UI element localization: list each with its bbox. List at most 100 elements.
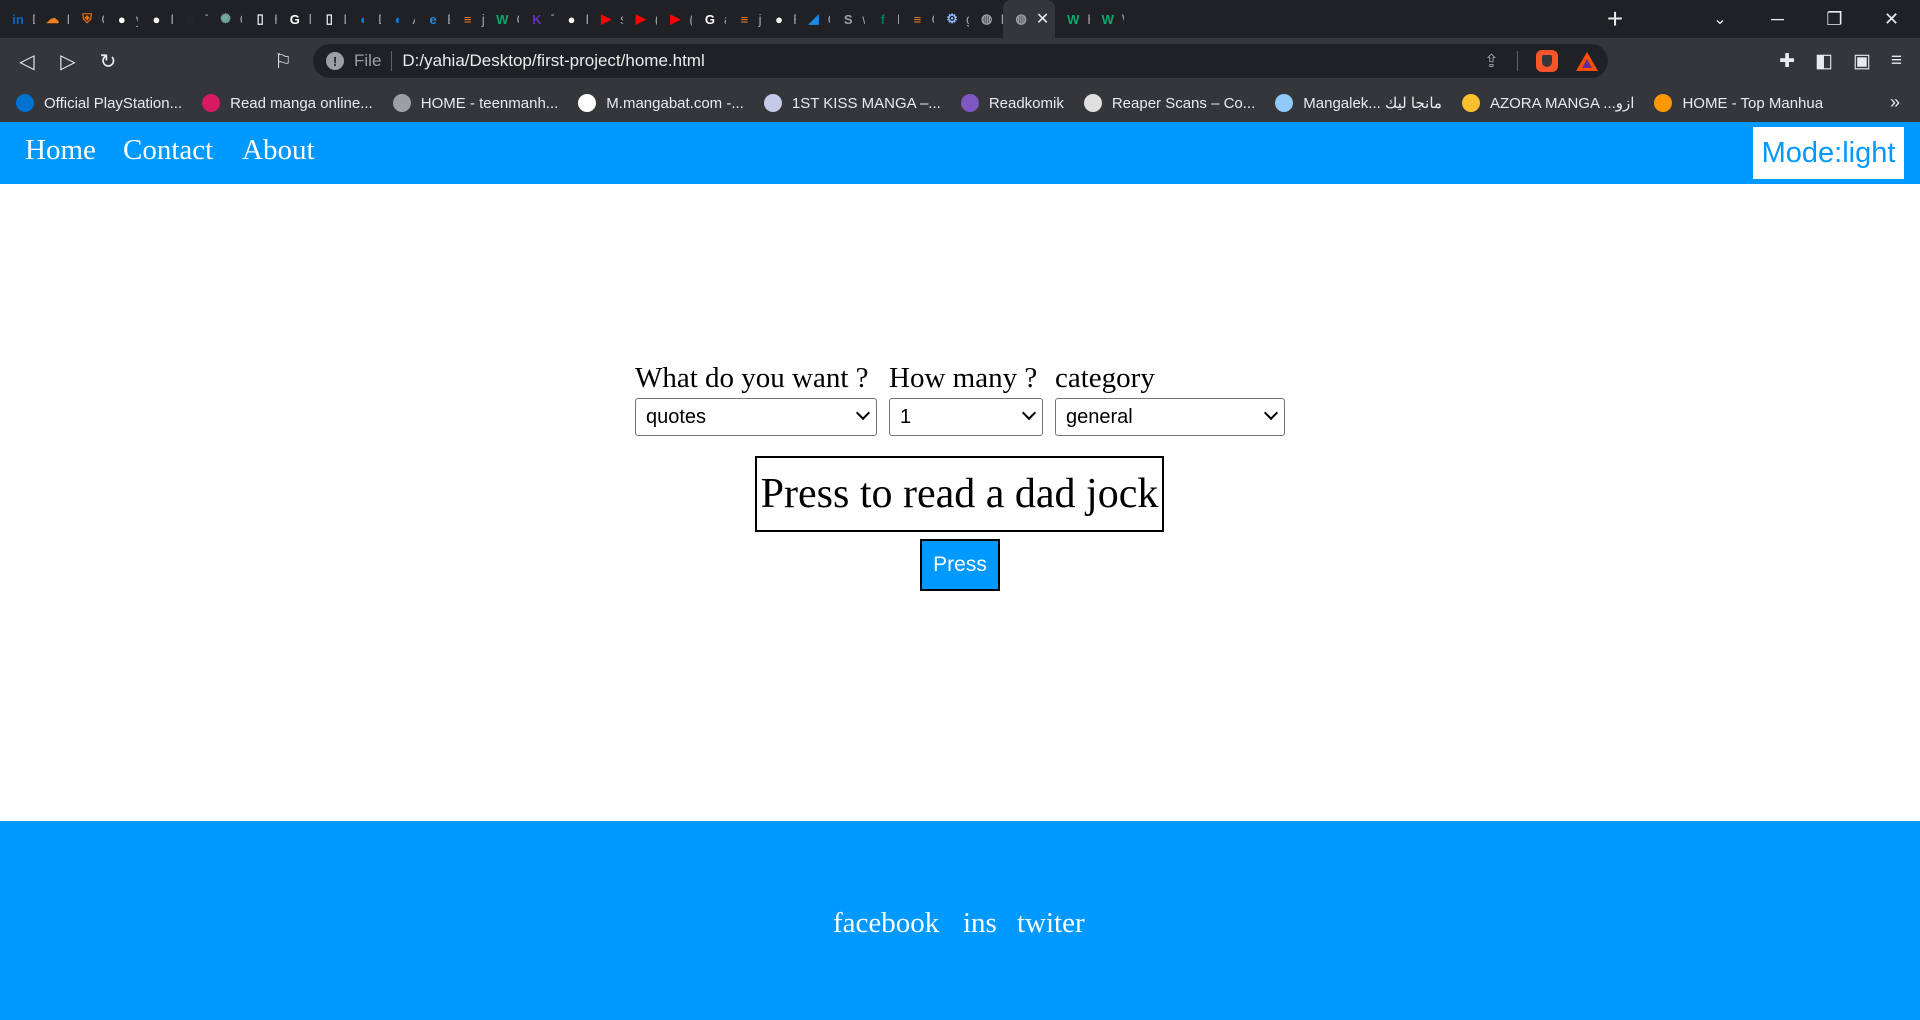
tab-search-icon[interactable]: ⌄ <box>1705 0 1735 38</box>
address-bar[interactable]: ! File D:/yahia/Desktop/first-project/ho… <box>313 44 1608 78</box>
nav-home-link[interactable]: Home <box>25 134 96 167</box>
github-icon: ● <box>567 11 576 27</box>
bookmark-item[interactable]: 1ST KISS MANGA –... <box>763 94 941 112</box>
azora-icon <box>1461 94 1480 112</box>
bookmark-item[interactable]: Readkomik <box>960 94 1064 112</box>
back-icon[interactable]: ◁ <box>12 46 42 76</box>
want-select[interactable]: quotes <box>635 398 877 436</box>
tab[interactable]: ST <box>173 0 208 38</box>
chevron-down-icon <box>855 405 871 421</box>
tab[interactable]: ☁H <box>35 0 69 38</box>
tab[interactable]: ▯Li <box>311 0 346 38</box>
new-tab-button[interactable]: + <box>1595 0 1635 38</box>
tab[interactable]: fH <box>865 0 900 38</box>
youtube-icon: ▶ <box>635 11 646 26</box>
wallet-icon[interactable]: ▣ <box>1853 50 1871 73</box>
tab[interactable]: Gli <box>277 0 312 38</box>
bookmark-item[interactable]: HOME - Top Manhua <box>1654 94 1823 112</box>
tab[interactable]: WC <box>484 0 519 38</box>
close-tab-icon[interactable]: ✕ <box>1036 9 1049 29</box>
tab[interactable]: WH <box>1055 0 1090 38</box>
tab-title: W <box>1122 11 1125 27</box>
mode-toggle-button[interactable]: Mode:light <box>1753 127 1904 179</box>
toolbar-right: ✚ ◧ ▣ ≡ <box>1779 46 1902 76</box>
forward-icon[interactable]: ▷ <box>53 46 83 76</box>
tab[interactable]: ≡C <box>899 0 934 38</box>
bookmark-item[interactable]: Mangalek... مانجا ليك <box>1275 94 1442 112</box>
tab[interactable]: inD <box>0 0 34 38</box>
bookmark-label: Reaper Scans – Co... <box>1111 94 1256 112</box>
document-icon: ▯ <box>256 11 264 26</box>
tab[interactable]: ▶sl <box>588 0 623 38</box>
tab[interactable]: ◢C <box>796 0 831 38</box>
tab[interactable]: ⚙g <box>934 0 968 38</box>
manga-icon <box>202 94 221 112</box>
topmanhua-icon <box>1654 94 1673 112</box>
nav-about-link[interactable]: About <box>242 134 315 167</box>
bookmark-label: 1ST KISS MANGA –... <box>791 94 941 112</box>
scheme-label: File <box>354 51 382 70</box>
bookmark-item[interactable]: AZORA MANGA ...ازو <box>1461 94 1634 112</box>
sidebar-icon[interactable]: ◧ <box>1815 50 1833 73</box>
medium-icon: ● <box>775 11 783 27</box>
chatgpt-icon: ✺ <box>220 11 232 26</box>
extensions-icon[interactable]: ✚ <box>1779 50 1795 73</box>
footer-twitter-link[interactable]: twiter <box>1017 907 1085 940</box>
restore-icon[interactable]: ❐ <box>1806 0 1863 38</box>
menu-icon[interactable]: ≡ <box>1891 50 1902 72</box>
tab[interactable]: ●P <box>138 0 173 38</box>
press-button[interactable]: Press <box>920 539 1000 591</box>
footer-facebook-link[interactable]: facebook <box>833 907 939 940</box>
tab[interactable]: ⛨C <box>69 0 103 38</box>
share-icon[interactable]: ⇪ <box>1484 51 1499 72</box>
category-select[interactable]: general <box>1055 398 1285 436</box>
tab[interactable]: ≡ja <box>726 0 761 38</box>
tab[interactable]: ◐D <box>346 0 381 38</box>
count-select[interactable]: 1 <box>889 398 1043 436</box>
tab[interactable]: KTl <box>519 0 553 38</box>
bookmark-item[interactable]: Reaper Scans – Co... <box>1083 94 1256 112</box>
chevron-down-icon <box>1263 405 1279 421</box>
tab[interactable]: Ga <box>692 0 727 38</box>
tab[interactable]: ●y <box>104 0 139 38</box>
bookmark-label: Readkomik <box>988 94 1064 112</box>
tab[interactable]: ●R <box>761 0 796 38</box>
tab-active[interactable]: ◍ ✕ <box>1003 0 1056 38</box>
linkedin-icon: in <box>12 11 24 27</box>
bookmark-item[interactable]: M.mangabat.com -... <box>578 94 744 112</box>
reload-icon[interactable]: ↻ <box>93 46 123 76</box>
footer-ins-link[interactable]: ins <box>963 907 997 940</box>
s-icon: S <box>843 11 853 27</box>
tab[interactable]: ◍H <box>969 0 1003 38</box>
stackoverflow-icon: ≡ <box>463 11 472 27</box>
tab[interactable]: ✺C <box>208 0 242 38</box>
tab[interactable]: ▶( <box>623 0 658 38</box>
kiss-manga-icon <box>763 94 782 112</box>
action-separator <box>1517 51 1518 71</box>
bookmark-label: HOME - teenmanh... <box>420 94 559 112</box>
site-info-icon[interactable]: ! <box>326 52 344 70</box>
bookmark-icon[interactable]: ⚐ <box>268 46 298 76</box>
tab[interactable]: ◐A <box>381 0 416 38</box>
digitalocean-icon: ◐ <box>394 11 403 27</box>
bookmark-item[interactable]: HOME - teenmanh... <box>392 94 559 112</box>
bookmarks-overflow-icon[interactable]: » <box>1890 92 1900 113</box>
bookmark-item[interactable]: Read manga online... <box>202 94 373 112</box>
tab[interactable]: ●L <box>554 0 589 38</box>
nav-contact-link[interactable]: Contact <box>123 134 213 167</box>
brave-shield-icon[interactable] <box>1536 50 1558 72</box>
bookmark-label: HOME - Top Manhua <box>1682 94 1824 112</box>
site-navbar: Home Contact About Mode:light <box>0 122 1920 184</box>
tab[interactable]: ▶( <box>657 0 692 38</box>
brave-rewards-icon[interactable] <box>1576 51 1598 71</box>
close-window-icon[interactable]: ✕ <box>1863 0 1920 38</box>
tab[interactable]: ≡ja <box>450 0 484 38</box>
tab[interactable]: WW <box>1090 0 1125 38</box>
w-icon: W <box>1101 11 1114 27</box>
tab[interactable]: ▯H <box>242 0 277 38</box>
tab[interactable]: eEr <box>415 0 450 38</box>
tab[interactable]: Sw <box>830 0 865 38</box>
url-text[interactable]: D:/yahia/Desktop/first-project/home.html <box>402 51 704 71</box>
minimize-icon[interactable]: ─ <box>1749 0 1806 38</box>
bookmark-item[interactable]: Official PlayStation... <box>16 94 182 112</box>
